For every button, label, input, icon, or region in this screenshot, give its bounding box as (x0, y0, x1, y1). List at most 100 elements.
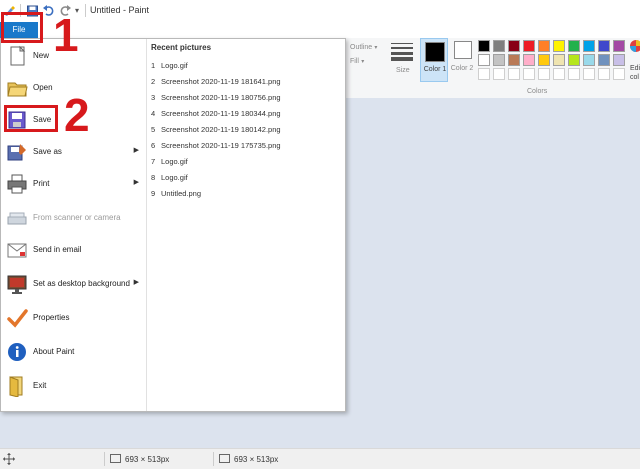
custom-color-slot[interactable] (538, 68, 550, 80)
color-swatch[interactable] (553, 54, 565, 66)
edit-colors-label: Edi col (630, 65, 640, 81)
file-menu-item-label: From scanner or camera (33, 213, 121, 222)
color1-swatch (425, 42, 445, 62)
color-swatch[interactable] (583, 54, 595, 66)
recent-picture-item[interactable]: 6 Screenshot 2020-11-19 175735.png (151, 141, 281, 150)
file-menu-item-label: Set as desktop background (33, 279, 130, 288)
color-swatch[interactable] (583, 40, 595, 52)
color2-swatch (454, 41, 472, 59)
file-menu-item-label: Properties (33, 313, 70, 322)
status-bar: 693 × 513px 693 × 513px (0, 448, 640, 469)
color-wheel-icon (630, 40, 640, 52)
recent-picture-item[interactable]: 2 Screenshot 2020-11-19 181641.png (151, 77, 281, 86)
color-palette (478, 40, 628, 84)
recent-picture-item[interactable]: 1 Logo.gif (151, 61, 188, 70)
checkmark-icon (6, 307, 28, 329)
desktop-background-icon (6, 273, 28, 295)
submenu-arrow-icon: ▶ (133, 179, 139, 186)
size-button[interactable]: Size (388, 40, 416, 82)
chevron-down-icon: ▾ (361, 59, 365, 65)
file-menu-item-set-as-desktop-background[interactable]: Set as desktop background ▶ (1, 269, 146, 301)
custom-color-slot[interactable] (508, 68, 520, 80)
color-swatch[interactable] (613, 54, 625, 66)
recent-picture-name: Screenshot 2020-11-19 181641.png (161, 77, 281, 86)
file-menu-item-from-scanner-or-camera[interactable]: From scanner or camera (1, 203, 146, 235)
color2-button[interactable]: Color 2 (450, 38, 476, 82)
size-label: Size (396, 67, 410, 74)
shape-outline-control[interactable]: Outline ▾ (350, 42, 377, 51)
custom-color-slot[interactable] (493, 68, 505, 80)
color-swatch[interactable] (493, 54, 505, 66)
recent-picture-number: 4 (151, 109, 156, 118)
file-menu-item-label: Exit (33, 381, 47, 390)
file-menu-item-label: Send in email (33, 245, 82, 254)
recent-picture-name: Screenshot 2020-11-19 180142.png (161, 125, 281, 134)
color-swatch[interactable] (568, 54, 580, 66)
color-swatch[interactable] (493, 40, 505, 52)
file-menu-item-about-paint[interactable]: About Paint (1, 337, 146, 369)
step-2-marker: 2 (64, 89, 90, 141)
color-swatch[interactable] (568, 40, 580, 52)
color-swatch[interactable] (523, 54, 535, 66)
file-menu-item-print[interactable]: Print ▶ (1, 169, 146, 201)
recent-picture-item[interactable]: 4 Screenshot 2020-11-19 180344.png (151, 109, 281, 118)
color-swatch[interactable] (478, 54, 490, 66)
line-size-icon (391, 43, 413, 61)
custom-color-slot[interactable] (583, 68, 595, 80)
image-size-text: 693 × 513px (234, 455, 279, 464)
recent-picture-number: 8 (151, 173, 156, 182)
outline-label: Outline (350, 44, 373, 51)
recent-picture-item[interactable]: 7 Logo.gif (151, 157, 188, 166)
color-swatch[interactable] (478, 40, 490, 52)
window-title: Untitled - Paint (90, 5, 150, 15)
file-menu-item-exit[interactable]: Exit (1, 371, 146, 403)
new-document-icon (6, 45, 28, 67)
color-swatch[interactable] (538, 40, 550, 52)
custom-color-slot[interactable] (478, 68, 490, 80)
recent-picture-name: Screenshot 2020-11-19 175735.png (161, 141, 281, 150)
file-menu-item-label: Save as (33, 147, 62, 156)
color-swatch[interactable] (598, 54, 610, 66)
printer-icon (6, 173, 28, 195)
recent-picture-name: Screenshot 2020-11-19 180344.png (161, 109, 281, 118)
custom-color-slot[interactable] (523, 68, 535, 80)
color-swatch[interactable] (538, 54, 550, 66)
custom-color-slot[interactable] (598, 68, 610, 80)
file-menu-item-properties[interactable]: Properties (1, 303, 146, 335)
custom-color-slot[interactable] (553, 68, 565, 80)
submenu-arrow-icon: ▶ (133, 279, 139, 286)
color1-button[interactable]: Color 1 (420, 38, 448, 82)
recent-picture-item[interactable]: 9 Untitled.png (151, 189, 201, 198)
color-swatch[interactable] (523, 40, 535, 52)
file-menu-item-save-as[interactable]: Save as ▶ (1, 137, 146, 169)
color2-label: Color 2 (450, 65, 474, 72)
status-divider (104, 452, 105, 466)
move-cursor-icon (3, 453, 15, 465)
exit-icon (6, 375, 28, 398)
file-menu-item-send-in-email[interactable]: Send in email (1, 235, 146, 267)
color-swatch[interactable] (553, 40, 565, 52)
shape-fill-control[interactable]: Fill ▾ (350, 56, 364, 65)
file-tab-highlight (1, 12, 43, 43)
title-bar: ▾ Untitled - Paint (0, 0, 640, 23)
recent-picture-item[interactable]: 3 Screenshot 2020-11-19 180756.png (151, 93, 281, 102)
selection-size-text: 693 × 513px (125, 455, 170, 464)
file-menu-item-label: New (33, 51, 50, 60)
color-swatch[interactable] (613, 40, 625, 52)
colors-group-label: Colors (527, 88, 548, 95)
ribbon-tab-row (0, 22, 640, 38)
color-swatch[interactable] (598, 40, 610, 52)
custom-color-slot[interactable] (568, 68, 580, 80)
custom-color-slot[interactable] (613, 68, 625, 80)
color-swatch[interactable] (508, 40, 520, 52)
image-size: 693 × 513px (219, 454, 278, 464)
color-swatch[interactable] (508, 54, 520, 66)
recent-picture-item[interactable]: 5 Screenshot 2020-11-19 180142.png (151, 125, 281, 134)
edit-colors-button[interactable]: Edi col (628, 38, 640, 82)
scanner-icon (6, 207, 28, 229)
recent-picture-item[interactable]: 8 Logo.gif (151, 173, 188, 182)
save-item-highlight (4, 105, 58, 132)
status-divider (213, 452, 214, 466)
selection-size: 693 × 513px (110, 454, 169, 464)
recent-picture-number: 5 (151, 125, 156, 134)
